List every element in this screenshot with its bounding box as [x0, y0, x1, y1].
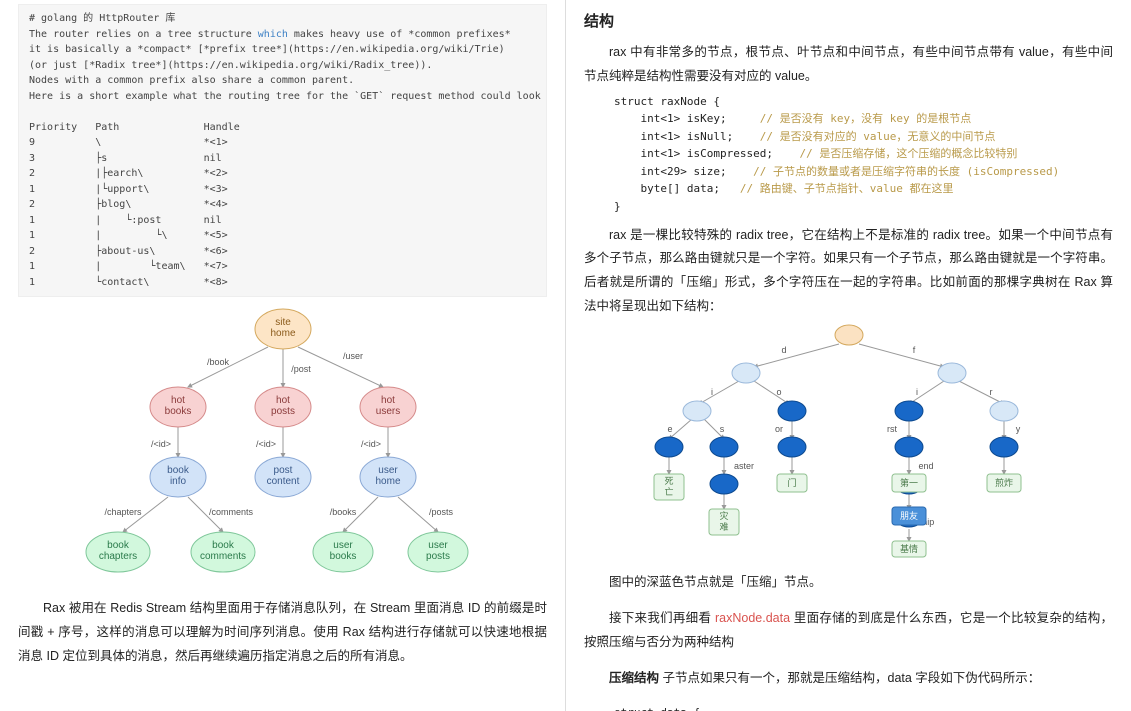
code-line: Nodes with a common prefix also share a … [29, 75, 354, 86]
routing-table-row: 9 \ *<1> [29, 137, 228, 148]
routing-table-header: Priority Path Handle [29, 122, 240, 133]
left-page: # golang 的 HttpRouter 库 The router relie… [0, 0, 566, 711]
code-block: # golang 的 HttpRouter 库 The router relie… [18, 4, 547, 297]
code-line: Here is a short example what the routing… [29, 91, 547, 102]
struct-line: } [614, 200, 621, 213]
edge-label: /<id> [360, 439, 380, 449]
struct-comment: // 是否压缩存储，这个压缩的概念比较特别 [799, 147, 1017, 160]
edge-label: s [719, 424, 724, 434]
edge-label: /<id> [150, 439, 170, 449]
svg-text:userhome: userhome [375, 465, 400, 487]
routing-table-row: 2 ├about-us\ *<6> [29, 246, 228, 257]
bold-term: 压缩结构 [609, 671, 659, 685]
svg-text:userposts: userposts [426, 540, 450, 562]
struct-line: int<29> size; [614, 165, 727, 178]
section-heading: 结构 [584, 10, 1113, 31]
routing-table-row: 2 |├earch\ *<2> [29, 168, 228, 179]
code-line: makes heavy use of *common prefixes* [288, 29, 511, 40]
svg-text:userbooks: userbooks [329, 540, 356, 562]
struct-line: struct data { [614, 706, 700, 711]
routing-table-row: 1 | └team\ *<7> [29, 261, 228, 272]
leaf-label: 煎炸 [994, 477, 1012, 488]
routing-table-row: 2 ├blog\ *<4> [29, 199, 228, 210]
paragraph: Rax 被用在 Redis Stream 结构里面用于存储消息队列，在 Stre… [18, 597, 547, 668]
edge-label: i [916, 387, 918, 397]
struct-code: struct raxNode { int<1> isKey; // 是否没有 k… [614, 93, 1113, 216]
rax-tree-diagram: d f i o i r e s or rst y aster end ship [584, 319, 1113, 559]
edge-label: f [912, 345, 915, 355]
code-line: it is basically a *compact* [*prefix tre… [29, 44, 505, 55]
routing-table-row: 1 | └\ *<5> [29, 230, 228, 241]
struct-comment: // 路由键、子节点指针、value 都在这里 [740, 182, 954, 195]
caption: 图中的深蓝色节点就是「压缩」节点。 [584, 571, 1113, 595]
edge-label: /book [206, 357, 229, 367]
right-page: 结构 rax 中有非常多的节点，根节点、叶节点和中间节点，有些中间节点带有 va… [566, 0, 1131, 711]
struct-line: byte[] data; [614, 182, 720, 195]
leaf-label: 第一 [899, 477, 917, 488]
edge-label: end [918, 461, 933, 471]
caption: 接下来我们再细看 raxNode.data 里面存储的到底是什么东西，它是一个比… [584, 607, 1113, 655]
edge-label: r [989, 387, 992, 397]
edge-label: /comments [208, 507, 253, 517]
caption-text: 接下来我们再细看 [609, 611, 715, 625]
edge-label: o [776, 387, 781, 397]
code-keyword: which [258, 29, 288, 40]
struct-comment: // 子节点的数量或者是压缩字符串的长度 (isCompressed) [753, 165, 1059, 178]
edge-label: e [667, 424, 672, 434]
struct-line: int<1> isNull; [614, 130, 733, 143]
leaf-label: 门 [787, 477, 796, 488]
struct-comment: // 是否没有 key，没有 key 的是根节点 [760, 112, 971, 125]
edge-label: i [711, 387, 713, 397]
edge-label: rst [887, 424, 897, 434]
caption-text: 子节点如果只有一个，那就是压缩结构，data 字段如下伪代码所示： [659, 671, 1040, 685]
paragraph: rax 是一棵比较特殊的 radix tree，它在结构上不是标准的 radix… [584, 224, 1113, 319]
edge-label: aster [733, 461, 753, 471]
edge-label: /post [291, 364, 311, 374]
code-line: (or just [*Radix tree*](https://en.wikip… [29, 60, 432, 71]
struct-line: int<1> isCompressed; [614, 147, 773, 160]
struct-code-2: struct data { optional struct { // 取决于 h… [614, 704, 1113, 711]
edge-label: /posts [428, 507, 453, 517]
routing-table-row: 1 | └:post nil [29, 215, 222, 226]
routing-table-row: 1 |└upport\ *<3> [29, 184, 228, 195]
edge-label: y [1015, 424, 1020, 434]
routing-table-row: 1 └contact\ *<8> [29, 277, 228, 288]
paragraph: rax 中有非常多的节点，根节点、叶节点和中间节点，有些中间节点带有 value… [584, 41, 1113, 89]
struct-comment: // 是否没有对应的 value，无意义的中间节点 [760, 130, 996, 143]
site-tree-diagram: /book /post /user /<id> /<id> /<id> /cha… [18, 297, 547, 597]
leaf-label: 朋友 [899, 510, 917, 521]
struct-line: struct raxNode { [614, 95, 720, 108]
code-line: The router relies on a tree structure [29, 29, 258, 40]
edge-label: /chapters [104, 507, 142, 517]
svg-text:死亡: 死亡 [664, 476, 673, 497]
edge-label: or [774, 424, 782, 434]
struct-line: int<1> isKey; [614, 112, 727, 125]
edge-label: /user [342, 351, 362, 361]
edge-label: /<id> [255, 439, 275, 449]
code-line: # golang 的 HttpRouter 库 [29, 13, 175, 24]
edge-label: /books [329, 507, 356, 517]
routing-table-row: 3 ├s nil [29, 153, 222, 164]
code-ref: raxNode.data [715, 611, 790, 625]
leaf-label: 基情 [899, 543, 917, 554]
edge-label: d [781, 345, 786, 355]
caption: 压缩结构 子节点如果只有一个，那就是压缩结构，data 字段如下伪代码所示： [584, 667, 1113, 691]
